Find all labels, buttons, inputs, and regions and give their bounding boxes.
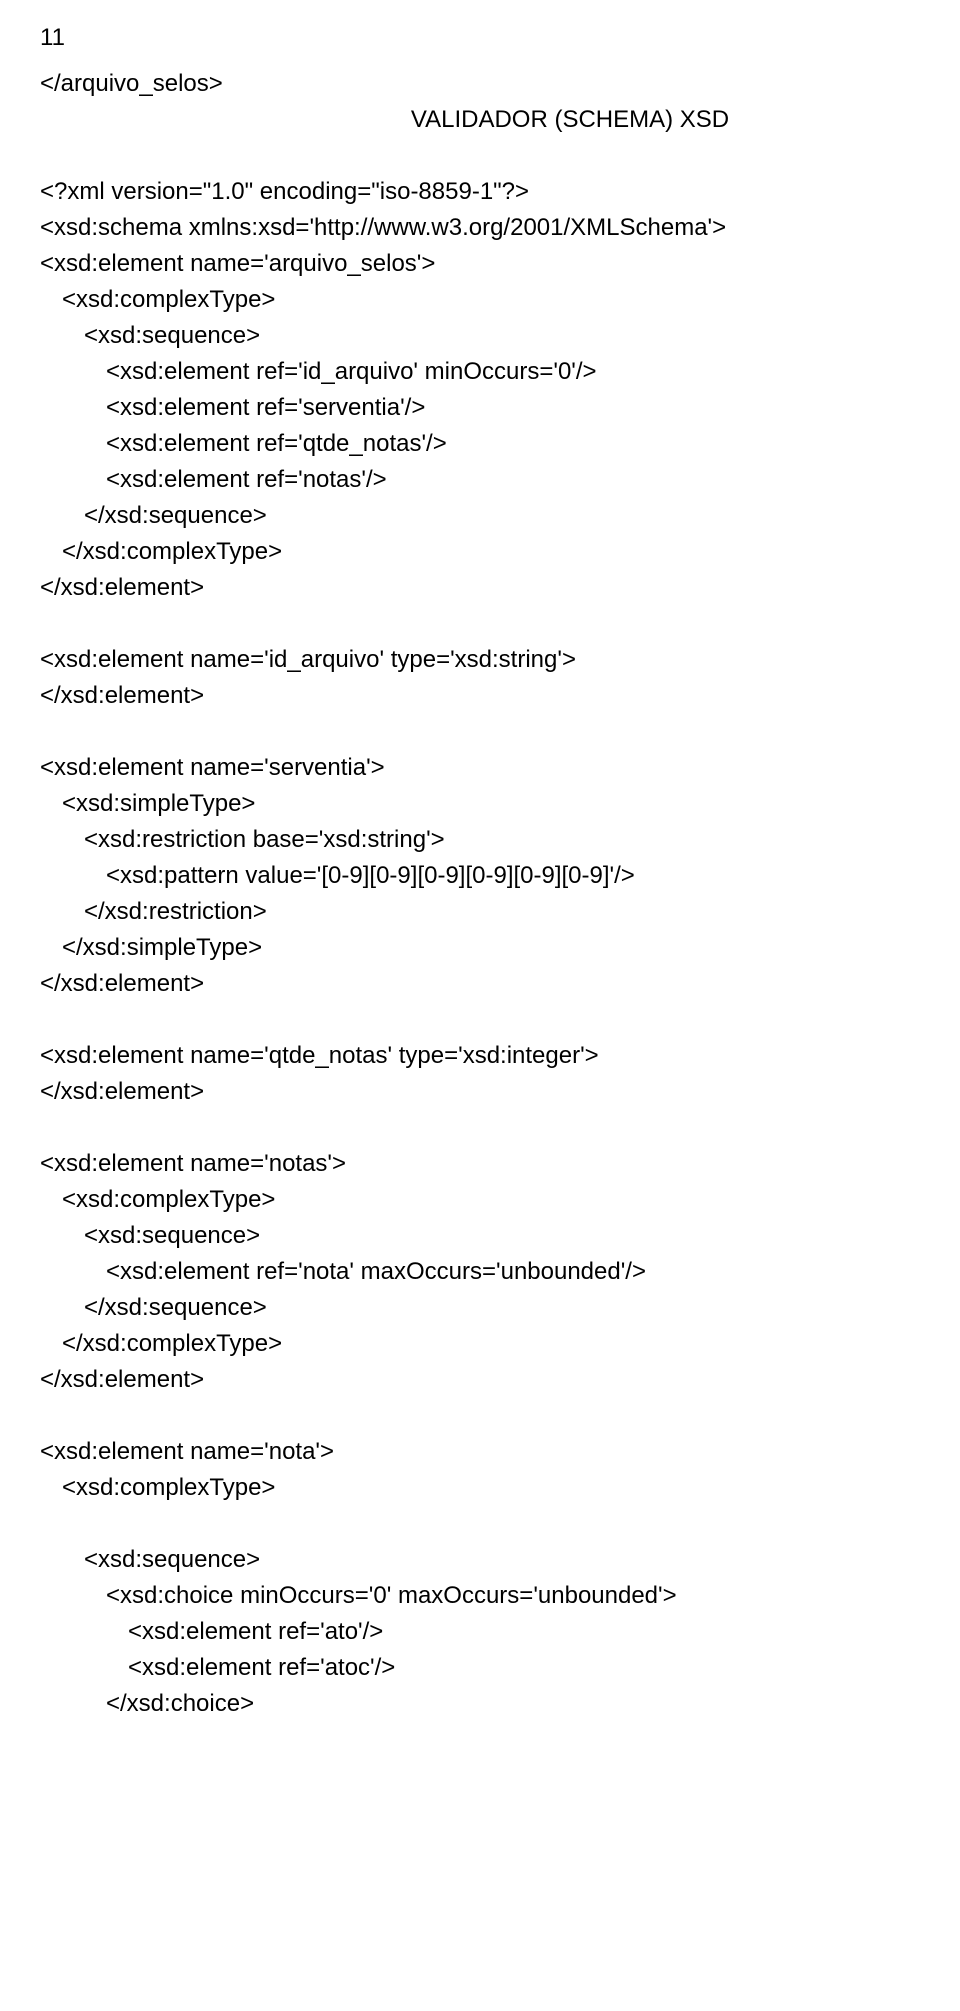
code-line: <xsd:element name='nota'> [40,1434,920,1470]
code-line: <xsd:element ref='ato'/> [40,1614,920,1650]
code-line: <xsd:simpleType> [40,786,920,822]
code-line: <xsd:sequence> [40,318,920,354]
code-line: <xsd:element ref='notas'/> [40,462,920,498]
code-line: <xsd:schema xmlns:xsd='http://www.w3.org… [40,210,920,246]
code-line: </xsd:element> [40,966,920,1002]
code-line: </xsd:choice> [40,1686,920,1722]
code-line: </xsd:restriction> [40,894,920,930]
document-content: </arquivo_selos>VALIDADOR (SCHEMA) XSD <… [40,66,920,1722]
code-line: </xsd:element> [40,678,920,714]
code-line: <xsd:element name='id_arquivo' type='xsd… [40,642,920,678]
code-line: <xsd:element ref='atoc'/> [40,1650,920,1686]
code-line [40,714,920,750]
code-line: <xsd:element name='arquivo_selos'> [40,246,920,282]
code-line: <xsd:choice minOccurs='0' maxOccurs='unb… [40,1578,920,1614]
code-line: <xsd:element name='serventia'> [40,750,920,786]
code-line: <xsd:element name='qtde_notas' type='xsd… [40,1038,920,1074]
code-line: </xsd:complexType> [40,1326,920,1362]
code-line: </xsd:sequence> [40,498,920,534]
code-line [40,1002,920,1038]
code-line: <xsd:element ref='serventia'/> [40,390,920,426]
code-line: <xsd:sequence> [40,1218,920,1254]
page-number: 11 [40,20,920,56]
code-line [40,606,920,642]
code-line: <xsd:complexType> [40,1182,920,1218]
code-line: <xsd:element ref='qtde_notas'/> [40,426,920,462]
code-line: <?xml version="1.0" encoding="iso-8859-1… [40,174,920,210]
document-page: 11 </arquivo_selos>VALIDADOR (SCHEMA) XS… [0,0,960,1762]
code-line: </xsd:element> [40,570,920,606]
code-line: </xsd:element> [40,1362,920,1398]
code-line: VALIDADOR (SCHEMA) XSD [220,102,920,138]
code-line: <xsd:complexType> [40,282,920,318]
code-line: <xsd:complexType> [40,1470,920,1506]
code-line: <xsd:element ref='id_arquivo' minOccurs=… [40,354,920,390]
code-line [40,1398,920,1434]
code-line: <xsd:pattern value='[0-9][0-9][0-9][0-9]… [40,858,920,894]
code-line: </arquivo_selos> [40,66,920,102]
code-line: </xsd:complexType> [40,534,920,570]
code-line: </xsd:simpleType> [40,930,920,966]
code-line: </xsd:sequence> [40,1290,920,1326]
code-line [40,138,920,174]
code-line [40,1110,920,1146]
code-line [40,1506,920,1542]
code-line: <xsd:element ref='nota' maxOccurs='unbou… [40,1254,920,1290]
code-line: <xsd:element name='notas'> [40,1146,920,1182]
code-line: <xsd:restriction base='xsd:string'> [40,822,920,858]
code-line: </xsd:element> [40,1074,920,1110]
code-line: <xsd:sequence> [40,1542,920,1578]
